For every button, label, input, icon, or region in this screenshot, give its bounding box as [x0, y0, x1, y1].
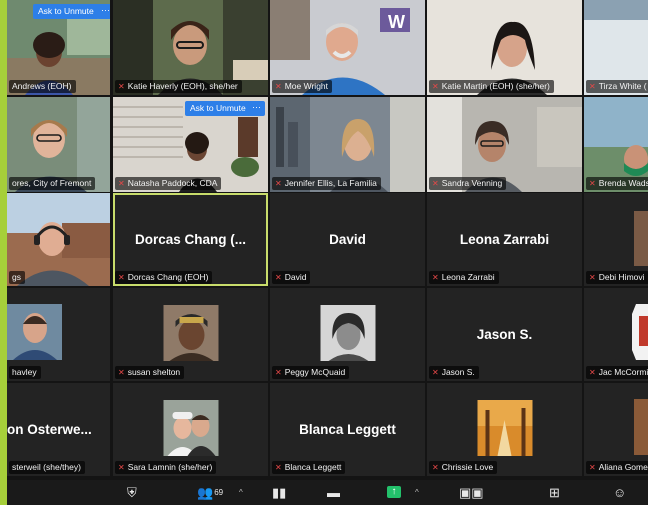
- breakout-rooms-icon[interactable]: ⊞: [549, 485, 560, 501]
- participants-count: 69: [214, 488, 224, 497]
- muted-mic-icon: ✕: [589, 82, 596, 91]
- participant-tile[interactable]: havley: [7, 288, 110, 381]
- gallery-grid: Ask to Unmute ··· Andrews (EOH) ✕ Katie H…: [0, 0, 648, 480]
- ask-to-unmute-button[interactable]: Ask to Unmute: [33, 4, 99, 19]
- participant-name-label: ✕ Leona Zarrabi: [429, 271, 499, 284]
- participant-display-name: David: [329, 231, 366, 247]
- participant-tile[interactable]: ✕ Sara Lamnin (she/her): [113, 383, 268, 476]
- participant-name-label: ✕ Aliana Gome: [586, 461, 648, 474]
- muted-mic-icon: ✕: [118, 273, 125, 282]
- participant-tile[interactable]: ✕ susan shelton: [113, 288, 268, 381]
- participant-tile[interactable]: ores, City of Fremont: [7, 97, 110, 192]
- muted-mic-icon: ✕: [432, 82, 439, 91]
- ellipsis-icon[interactable]: ···: [97, 4, 110, 19]
- participant-name-label: ✕ Debi Himovi: [586, 271, 648, 284]
- participant-display-name: Jason S.: [476, 326, 533, 342]
- meeting-toolbar: ⛨ 👥69 ^ ▮▮ ▬ ↑ ^ ▣▣ ⊞ ☺: [7, 480, 648, 505]
- participant-tile[interactable]: Ask to Unmute ··· ✕ Natasha Paddock, CDA: [113, 97, 268, 192]
- muted-mic-icon: ✕: [118, 179, 125, 188]
- muted-mic-icon: ✕: [432, 463, 439, 472]
- share-screen-icon[interactable]: ↑: [387, 486, 401, 498]
- participant-tile[interactable]: Blanca Leggett ✕ Blanca Leggett: [270, 383, 425, 476]
- muted-mic-icon: ✕: [275, 463, 282, 472]
- participant-name-label: ✕ Moe Wright: [272, 80, 333, 93]
- record-icon[interactable]: ▣▣: [459, 485, 484, 501]
- muted-mic-icon: ✕: [275, 179, 282, 188]
- participant-tile[interactable]: Leona Zarrabi ✕ Leona Zarrabi: [427, 193, 582, 286]
- participant-name-label: ✕ Brenda Wads: [586, 177, 648, 190]
- participant-tile[interactable]: ✕ Jac McCormi: [584, 288, 648, 381]
- participant-tile[interactable]: Jason S. ✕ Jason S.: [427, 288, 582, 381]
- muted-mic-icon: ✕: [275, 82, 282, 91]
- participant-name-label: ✕ Tirza White (: [586, 80, 648, 93]
- participant-tile[interactable]: gs: [7, 193, 110, 286]
- participant-name-label: ✕ Dorcas Chang (EOH): [115, 271, 213, 284]
- ask-to-unmute-button[interactable]: Ask to Unmute: [185, 101, 251, 116]
- participant-display-name: Leona Zarrabi: [459, 231, 550, 247]
- muted-mic-icon: ✕: [432, 368, 439, 377]
- participant-tile[interactable]: ✕ Aliana Gome: [584, 383, 648, 476]
- profile-photo: [163, 400, 218, 456]
- participant-name-label: sterweil (she/they): [9, 461, 85, 474]
- participant-display-name: on Osterwe...: [7, 421, 92, 437]
- muted-mic-icon: ✕: [589, 368, 596, 377]
- ellipsis-icon[interactable]: ···: [248, 101, 265, 116]
- participant-name-label: Andrews (EOH): [9, 80, 76, 93]
- profile-photo: [163, 305, 218, 361]
- participant-tile[interactable]: ✕ Tirza White (: [584, 0, 648, 95]
- chevron-up-icon[interactable]: ^: [415, 488, 419, 497]
- profile-photo: [320, 305, 375, 361]
- participant-name-label: gs: [9, 271, 25, 284]
- participant-name-label: ✕ Blanca Leggett: [272, 461, 346, 474]
- participant-name-label: ✕ susan shelton: [115, 366, 185, 379]
- participant-tile[interactable]: W ✕ Moe Wright: [270, 0, 425, 95]
- muted-mic-icon: ✕: [589, 273, 596, 282]
- muted-mic-icon: ✕: [118, 463, 125, 472]
- participant-name-label: ✕ Chrissie Love: [429, 461, 498, 474]
- reactions-icon[interactable]: ☺: [613, 485, 626, 501]
- participant-name-label: ✕ Jac McCormi: [586, 366, 648, 379]
- participant-name-label: havley: [9, 366, 41, 379]
- muted-mic-icon: ✕: [432, 273, 439, 282]
- participant-display-name: Blanca Leggett: [299, 421, 396, 437]
- muted-mic-icon: ✕: [432, 179, 439, 188]
- participant-name-label: ✕ David: [272, 271, 311, 284]
- participant-tile[interactable]: ✕ Brenda Wads: [584, 97, 648, 192]
- participant-tile[interactable]: ✕ Debi Himovi: [584, 193, 648, 286]
- participant-tile-active-speaker[interactable]: Dorcas Chang (... ✕ Dorcas Chang (EOH): [113, 193, 268, 286]
- participant-name-label: ✕ Sara Lamnin (she/her): [115, 461, 217, 474]
- participant-tile[interactable]: ✕ Peggy McQuaid: [270, 288, 425, 381]
- svg-text:W: W: [388, 12, 405, 32]
- muted-mic-icon: ✕: [275, 368, 282, 377]
- participant-tile[interactable]: on Osterwe... sterweil (she/they): [7, 383, 110, 476]
- participant-name-label: ores, City of Fremont: [9, 177, 96, 190]
- participant-tile[interactable]: ✕ Katie Martin (EOH) (she/her): [427, 0, 582, 95]
- participant-tile[interactable]: ✕ Sandra Venning: [427, 97, 582, 192]
- participant-tile[interactable]: ✕ Jennifer Ellis, La Familia: [270, 97, 425, 192]
- participant-name-label: ✕ Sandra Venning: [429, 177, 507, 190]
- muted-mic-icon: ✕: [275, 273, 282, 282]
- participant-name-label: ✕ Natasha Paddock, CDA: [115, 177, 222, 190]
- chat-icon[interactable]: ▬: [327, 485, 340, 501]
- participant-name-label: ✕ Jennifer Ellis, La Familia: [272, 177, 381, 190]
- participant-name-label: ✕ Katie Martin (EOH) (she/her): [429, 80, 554, 93]
- participant-tile[interactable]: Ask to Unmute ··· Andrews (EOH): [7, 0, 110, 95]
- participant-name-label: ✕ Peggy McQuaid: [272, 366, 350, 379]
- shield-icon[interactable]: ⛨: [127, 485, 137, 501]
- participant-name-label: ✕ Katie Haverly (EOH), she/her: [115, 80, 242, 93]
- participant-tile[interactable]: David ✕ David: [270, 193, 425, 286]
- muted-mic-icon: ✕: [589, 179, 596, 188]
- participants-icon[interactable]: 👥69: [197, 485, 223, 501]
- participant-tile[interactable]: ✕ Chrissie Love: [427, 383, 582, 476]
- participant-display-name: Dorcas Chang (...: [134, 231, 247, 247]
- muted-mic-icon: ✕: [118, 368, 125, 377]
- chevron-up-icon[interactable]: ^: [239, 488, 243, 497]
- muted-mic-icon: ✕: [589, 463, 596, 472]
- muted-mic-icon: ✕: [118, 82, 125, 91]
- bar-chart-icon[interactable]: ▮▮: [272, 485, 286, 501]
- participant-tile[interactable]: ✕ Katie Haverly (EOH), she/her: [113, 0, 268, 95]
- participant-name-label: ✕ Jason S.: [429, 366, 479, 379]
- profile-photo: [477, 400, 532, 456]
